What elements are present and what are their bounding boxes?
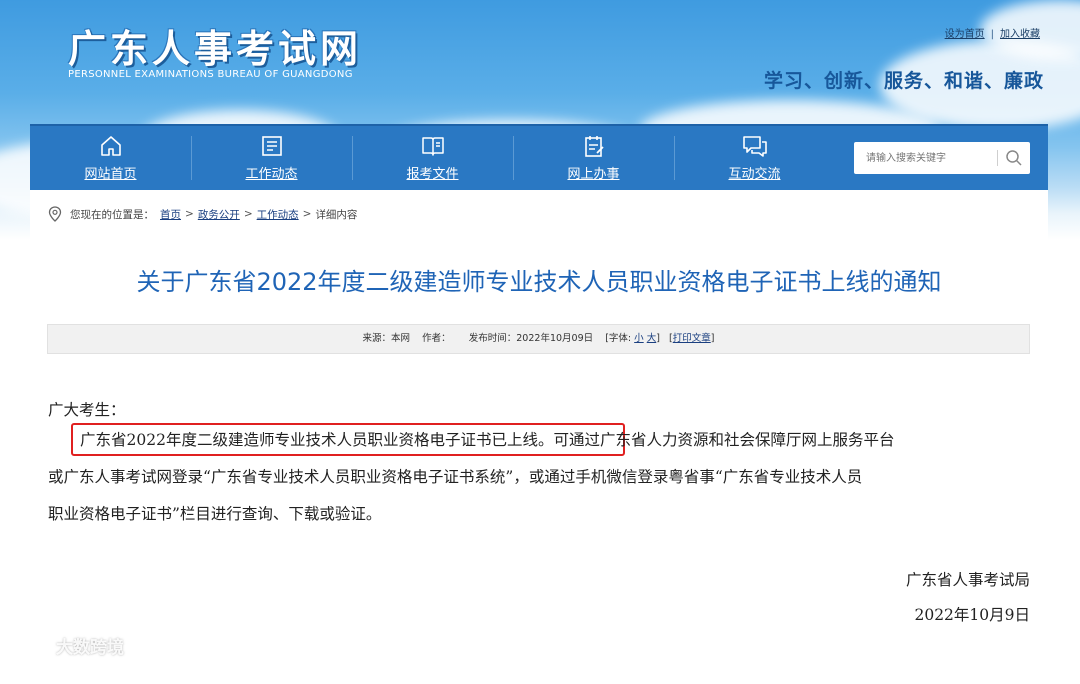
search-icon bbox=[1006, 150, 1022, 166]
nav-item-home[interactable]: 网站首页 bbox=[30, 126, 191, 190]
nav-item-online-service[interactable]: 网上办事 bbox=[513, 126, 674, 190]
print-article-link[interactable]: 打印文章 bbox=[673, 333, 711, 344]
meta-source: 来源：本网 bbox=[362, 333, 411, 344]
book-icon bbox=[421, 137, 444, 156]
breadcrumb-current: 详细内容 bbox=[315, 208, 358, 221]
nav-item-documents[interactable]: 报考文件 bbox=[352, 126, 513, 190]
article-meta-bar: 来源：本网 作者： 发布时间：2022年10月09日 [字体: 小 大] [打印… bbox=[47, 324, 1030, 354]
nav-label-home: 网站首页 bbox=[84, 167, 137, 182]
site-logo-cn[interactable]: 广东人事考试网 bbox=[68, 18, 362, 73]
breadcrumb-prefix: 您现在的位置是： bbox=[70, 208, 154, 221]
site-logo-en: PERSONNEL EXAMINATIONS BUREAU OF GUANGDO… bbox=[68, 69, 353, 80]
nav-label-interaction: 互动交流 bbox=[728, 167, 781, 182]
meta-font-close: ] bbox=[656, 333, 660, 344]
nav-label-online-service: 网上办事 bbox=[567, 167, 620, 182]
main-nav: 网站首页 工作动态 报考文件 网上办事 互动交流 bbox=[30, 124, 1048, 190]
news-icon bbox=[261, 136, 282, 156]
breadcrumb: 您现在的位置是： 首页 > 政务公开 > 工作动态 > 详细内容 bbox=[48, 206, 357, 222]
paragraph-line-1-rest: 可通过广东省人力资源和社会保障厅网上服务平台 bbox=[553, 431, 895, 449]
paragraph-line-3: 职业资格电子证书”栏目进行查询、下载或验证。 bbox=[48, 505, 382, 523]
signature-org: 广东省人事考试局 bbox=[905, 571, 1030, 589]
meta-print-close: ] bbox=[710, 333, 715, 344]
meta-author: 作者： bbox=[422, 333, 451, 344]
meta-font-label: [字体: bbox=[605, 333, 632, 344]
breadcrumb-work-news[interactable]: 工作动态 bbox=[257, 207, 299, 222]
nav-label-news: 工作动态 bbox=[245, 167, 298, 182]
font-large-link[interactable]: 大 bbox=[647, 333, 657, 344]
signature-date: 2022年10月9日 bbox=[914, 606, 1030, 624]
paragraph-line-2: 或广东人事考试网登录“广东省专业技术人员职业资格电子证书系统”，或通过手机微信登… bbox=[48, 468, 863, 486]
paragraph-line-1: 广东省2022年度二级建造师专业技术人员职业资格电子证书已上线。可通过广东省人力… bbox=[48, 422, 1033, 458]
top-links: 设为首页 | 加入收藏 bbox=[944, 29, 1040, 40]
set-homepage-link[interactable]: 设为首页 bbox=[945, 29, 985, 40]
chat-icon bbox=[742, 136, 767, 157]
font-small-link[interactable]: 小 bbox=[634, 333, 644, 344]
breadcrumb-home[interactable]: 首页 bbox=[160, 207, 181, 222]
watermark-text: 大数跨境 bbox=[56, 638, 124, 658]
location-pin-icon bbox=[48, 206, 62, 222]
article-title: 关于广东省2022年度二级建造师专业技术人员职业资格电子证书上线的通知 bbox=[136, 268, 942, 296]
watermark: 大数跨境 bbox=[8, 633, 124, 658]
home-icon bbox=[100, 136, 121, 156]
highlighted-sentence: 广东省2022年度二级建造师专业技术人员职业资格电子证书已上线。 bbox=[80, 431, 554, 449]
search-input[interactable] bbox=[854, 142, 994, 174]
watermark-logo-icon bbox=[9, 637, 45, 653]
slogan: 学习、创新、服务、和谐、廉政 bbox=[763, 70, 1044, 92]
meta-date: 发布时间：2022年10月09日 bbox=[468, 333, 594, 344]
clipboard-icon bbox=[584, 136, 604, 157]
search-box bbox=[854, 142, 1030, 174]
add-favorite-link[interactable]: 加入收藏 bbox=[1000, 29, 1040, 40]
search-button[interactable] bbox=[1004, 148, 1024, 168]
breadcrumb-government-affairs[interactable]: 政务公开 bbox=[198, 207, 240, 222]
nav-label-documents: 报考文件 bbox=[406, 167, 459, 182]
nav-item-news[interactable]: 工作动态 bbox=[191, 126, 352, 190]
nav-item-interaction[interactable]: 互动交流 bbox=[674, 126, 835, 190]
